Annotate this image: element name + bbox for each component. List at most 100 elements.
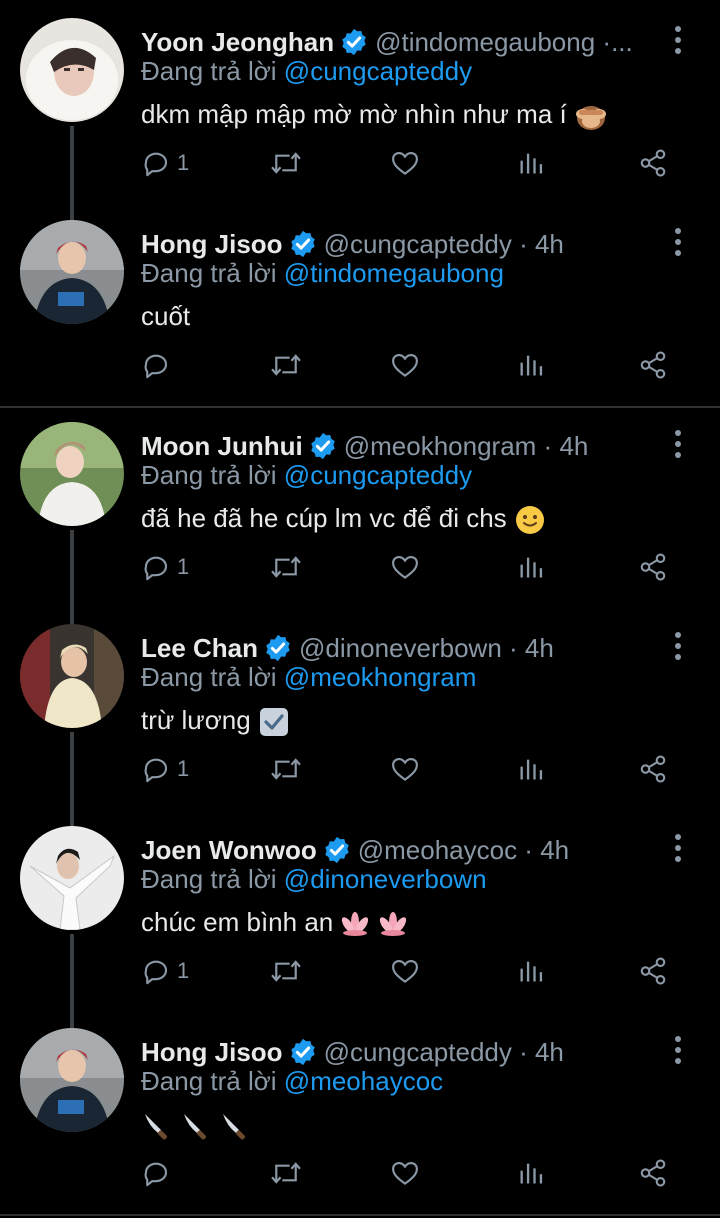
share-button[interactable] [637, 138, 669, 188]
reply-count: 1 [177, 150, 190, 175]
share-button[interactable] [637, 946, 669, 996]
reply-mention-link[interactable]: @tindomegaubong [284, 258, 504, 288]
like-button[interactable] [389, 744, 421, 794]
author-handle[interactable]: @dinoneverbown · 4h [299, 633, 554, 664]
retweet-button[interactable] [269, 340, 303, 390]
retweet-icon [271, 556, 301, 578]
reply-icon [144, 960, 168, 985]
tweet-1[interactable]: Hong Jisoo @cungcapteddy · 4h Đang trả l… [0, 202, 720, 404]
more-options-icon[interactable] [666, 630, 690, 662]
share-icon [640, 149, 666, 177]
verified-badge-icon [290, 230, 315, 258]
tweet-text: cuốt [141, 301, 191, 331]
more-options-icon[interactable] [666, 1034, 690, 1066]
avatar[interactable] [20, 826, 124, 930]
like-button[interactable] [389, 946, 421, 996]
reply-mention-link[interactable]: @meohaycoc [284, 1066, 443, 1096]
reply-button[interactable] [141, 1148, 177, 1198]
author-name[interactable]: Lee Chan [141, 633, 258, 664]
like-button[interactable] [389, 542, 421, 592]
tweet-3[interactable]: Lee Chan @dinoneverbown · 4h Đang trả lờ… [0, 606, 720, 824]
heart-icon [392, 757, 418, 781]
reply-mention-link[interactable]: @meokhongram [284, 662, 477, 692]
analytics-icon [520, 153, 543, 174]
replying-to: Đang trả lời @cungcapteddy [141, 460, 473, 490]
knife-icon [223, 1114, 246, 1140]
tweet-0[interactable]: Yoon Jeonghan @tindomegaubong ·... Đang … [0, 0, 720, 218]
like-button[interactable] [389, 340, 421, 390]
author-handle[interactable]: @cungcapteddy · 4h [324, 1037, 564, 1068]
thread-line [70, 202, 74, 220]
like-button[interactable] [389, 138, 421, 188]
tweet-4[interactable]: Joen Wonwoo @meohaycoc · 4h Đang trả lời… [0, 808, 720, 1026]
retweet-icon [271, 758, 301, 780]
reply-mention-link[interactable]: @dinoneverbown [284, 864, 487, 894]
more-options-icon[interactable] [666, 24, 690, 56]
views-button[interactable] [517, 542, 545, 592]
reply-count: 1 [177, 958, 190, 983]
share-button[interactable] [637, 542, 669, 592]
avatar[interactable] [20, 624, 124, 728]
reply-button[interactable]: 1 [141, 744, 189, 794]
retweet-button[interactable] [269, 542, 303, 592]
views-button[interactable] [517, 946, 545, 996]
tweet-5[interactable]: Hong Jisoo @cungcapteddy · 4h Đang trả l… [0, 1010, 720, 1212]
verified-badge-icon [266, 634, 290, 662]
avatar[interactable] [20, 18, 124, 122]
analytics-icon [520, 961, 543, 982]
author-name[interactable]: Hong Jisoo [141, 229, 283, 260]
tweet-text: chúc em bình an [141, 907, 408, 938]
share-button[interactable] [637, 1148, 669, 1198]
avatar[interactable] [20, 220, 124, 324]
more-options-icon[interactable] [666, 832, 690, 864]
reply-icon [144, 556, 168, 581]
tweet-actions: 1 [141, 946, 681, 996]
author-handle[interactable]: @cungcapteddy · 4h [324, 229, 564, 260]
reply-button[interactable]: 1 [141, 946, 189, 996]
verified-badge-icon [342, 28, 366, 56]
slightly-smiling-face-icon [515, 506, 544, 535]
tweet-actions: 1 [141, 542, 681, 592]
more-options-icon[interactable] [666, 428, 690, 460]
thread-line [70, 606, 74, 624]
author-name[interactable]: Yoon Jeonghan [141, 27, 334, 58]
tweet-text: đã he đã he cúp lm vc để đi chs [141, 503, 546, 536]
reply-button[interactable]: 1 [141, 138, 189, 188]
see-no-evil-monkey-icon [575, 106, 606, 131]
reply-mention-link[interactable]: @cungcapteddy [284, 56, 472, 86]
retweet-button[interactable] [269, 138, 303, 188]
check-box-icon [259, 708, 288, 737]
author-name[interactable]: Hong Jisoo [141, 1037, 283, 1068]
heart-icon [392, 1161, 418, 1185]
views-button[interactable] [517, 138, 545, 188]
reply-mention-link[interactable]: @cungcapteddy [284, 460, 472, 490]
reply-count: 1 [177, 756, 190, 781]
avatar[interactable] [20, 422, 124, 526]
author-handle[interactable]: @tindomegaubong ·... [375, 27, 633, 58]
share-icon [640, 351, 666, 379]
bottom-separator [0, 1214, 720, 1216]
retweet-button[interactable] [269, 946, 303, 996]
heart-icon [392, 959, 418, 983]
more-options-icon[interactable] [666, 226, 690, 258]
share-button[interactable] [637, 340, 669, 390]
retweet-button[interactable] [269, 744, 303, 794]
author-handle[interactable]: @meohaycoc · 4h [358, 835, 569, 866]
tweet-2[interactable]: Moon Junhui @meokhongram · 4h Đang trả l… [0, 404, 720, 622]
share-icon [640, 553, 666, 581]
author-name[interactable]: Joen Wonwoo [141, 835, 317, 866]
analytics-icon [520, 1163, 543, 1184]
author-name[interactable]: Moon Junhui [141, 431, 303, 462]
views-button[interactable] [517, 340, 545, 390]
reply-button[interactable]: 1 [141, 542, 189, 592]
retweet-button[interactable] [269, 1148, 303, 1198]
avatar[interactable] [20, 1028, 124, 1132]
reply-button[interactable] [141, 340, 177, 390]
like-button[interactable] [389, 1148, 421, 1198]
author-handle[interactable]: @meokhongram · 4h [344, 431, 589, 462]
thread-line [70, 808, 74, 826]
retweet-icon [271, 152, 301, 174]
share-button[interactable] [637, 744, 669, 794]
views-button[interactable] [517, 744, 545, 794]
views-button[interactable] [517, 1148, 545, 1198]
